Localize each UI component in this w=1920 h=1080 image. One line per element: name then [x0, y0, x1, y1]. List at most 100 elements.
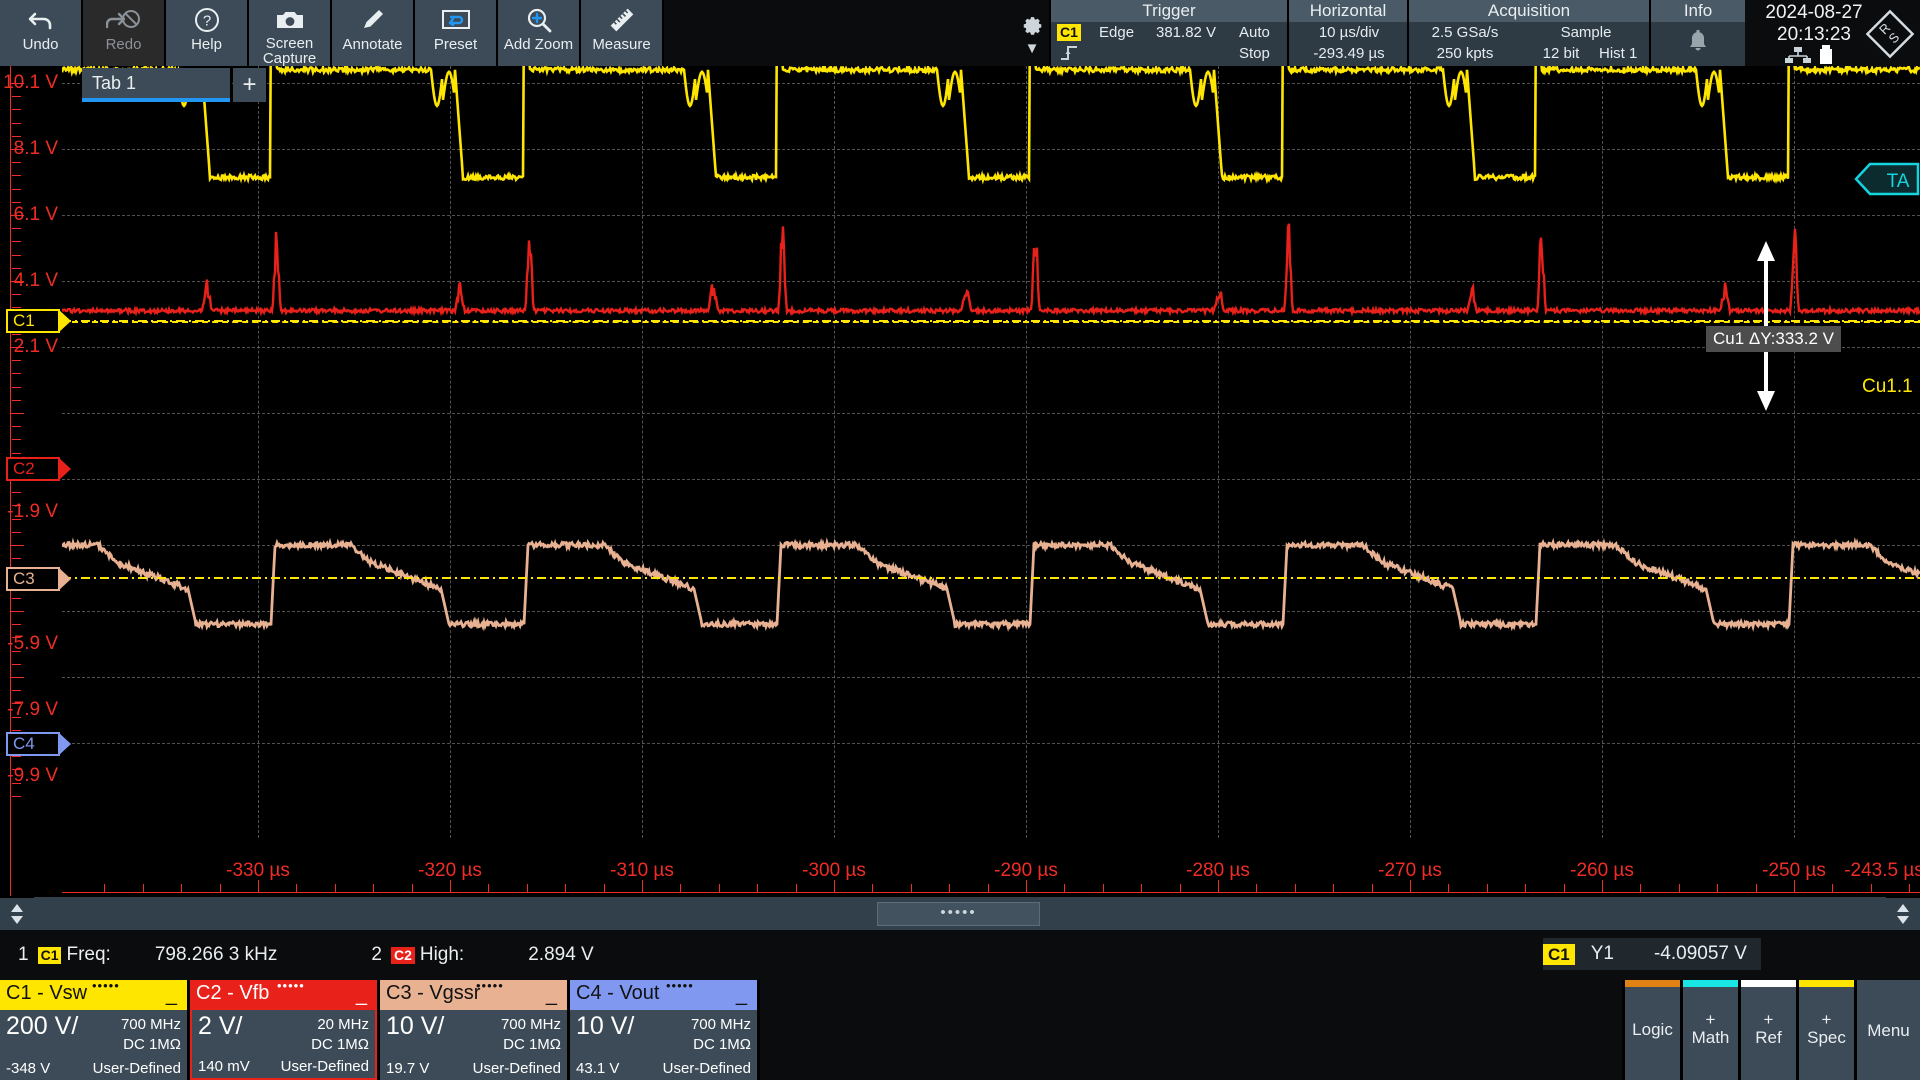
measurement-item-1[interactable]: 1 C1 Freq: 798.266 3 kHz: [18, 944, 277, 966]
svg-text:TA: TA: [1887, 171, 1910, 192]
trigger-source-chip[interactable]: C1: [1057, 24, 1081, 41]
cursor-readout-box[interactable]: C1 Y1 -4.09057 V: [1543, 938, 1761, 970]
measure-button[interactable]: Measure: [581, 0, 664, 66]
x-tick-minor: [1064, 884, 1066, 892]
x-tick-minor: [987, 884, 989, 892]
channel-card-c3[interactable]: C3 - Vgssr ••••• _ 10 V/ 700 MHz DC 1MΩ …: [380, 978, 570, 1080]
math-button[interactable]: + Math: [1680, 980, 1741, 1080]
tab-bar[interactable]: Tab 1 +: [82, 68, 266, 102]
info-body: [1651, 22, 1745, 66]
channel-c2-coupling: DC 1MΩ: [311, 1036, 369, 1053]
annotate-button[interactable]: Annotate: [332, 0, 415, 66]
y-tick-minor: [12, 531, 21, 533]
history-scroll-strip[interactable]: •••••: [0, 896, 1920, 931]
menu-button[interactable]: Menu: [1854, 980, 1920, 1080]
y-tick-minor: [12, 624, 21, 626]
x-tick-minor: [1371, 884, 1373, 892]
redo-button[interactable]: Redo: [83, 0, 166, 66]
x-tick-minor: [757, 884, 759, 892]
channel-card-c4[interactable]: C4 - Vout ••••• _ 10 V/ 700 MHz DC 1MΩ 4…: [570, 978, 760, 1080]
channel-c2-scale: 2 V/: [198, 1012, 243, 1040]
bell-icon[interactable]: [1686, 29, 1710, 59]
y-tick-minor: [12, 756, 21, 758]
channel-card-c1[interactable]: C1 - Vsw ••••• _ 200 V/ 700 MHz DC 1MΩ -…: [0, 978, 190, 1080]
channel-card-c1-head[interactable]: C1 - Vsw ••••• _: [0, 978, 187, 1010]
logic-color-cap: [1625, 980, 1683, 987]
add-zoom-button[interactable]: Add Zoom: [498, 0, 581, 66]
channel-card-c4-head[interactable]: C4 - Vout ••••• _: [570, 978, 757, 1010]
scroll-stepper-right[interactable]: [1886, 897, 1920, 931]
horizontal-position: -293.49 µs: [1313, 45, 1385, 62]
y-label-8: -7.9 V: [7, 699, 58, 720]
y-tick-minor: [12, 228, 21, 230]
y-label-2: 6.1 V: [13, 204, 58, 225]
channel-card-c2[interactable]: C2 - Vfb ••••• _ 2 V/ 20 MHz DC 1MΩ 140 …: [190, 978, 380, 1080]
waveform-area[interactable]: 10.1 V 8.1 V 6.1 V 4.1 V 2.1 V -1.9 V -3…: [0, 66, 1920, 896]
x-tick-minor: [795, 884, 797, 892]
preset-button[interactable]: Preset: [415, 0, 498, 66]
channel-marker-c3[interactable]: C3: [6, 567, 71, 591]
gear-icon[interactable]: [1020, 13, 1044, 42]
measurement-1-name: Freq:: [66, 944, 111, 965]
acquisition-panel[interactable]: Acquisition 2.5 GSa/s Sample 250 kpts 12…: [1407, 0, 1649, 66]
channel-c2-minimize-button[interactable]: _: [356, 984, 367, 1007]
channel-card-c4-body[interactable]: 10 V/ 700 MHz DC 1MΩ 43.1 V User-Defined: [570, 1010, 757, 1080]
grid[interactable]: Cu1 ΔY:333.2 V Cu1.1 TA: [62, 66, 1920, 896]
scroll-stepper-left[interactable]: [0, 897, 34, 931]
horizontal-body: 10 µs/div -293.49 µs: [1289, 22, 1407, 66]
channel-card-c1-body[interactable]: 200 V/ 700 MHz DC 1MΩ -348 V User-Define…: [0, 1010, 187, 1080]
info-panel[interactable]: Info: [1649, 0, 1745, 66]
toolbar-spacer: [664, 0, 1015, 66]
channel-marker-c4[interactable]: C4: [6, 732, 71, 756]
add-tab-button[interactable]: +: [233, 68, 266, 102]
channel-card-c1-title: C1 - Vsw: [6, 982, 88, 1004]
measurement-2-source: C2: [390, 946, 415, 964]
x-label-2: -310 µs: [610, 860, 674, 881]
y-tick-minor: [12, 201, 21, 203]
chevron-down-icon[interactable]: ▼: [1025, 41, 1040, 56]
channel-c4-minimize-button[interactable]: _: [736, 984, 747, 1007]
cursor-delta-badge[interactable]: Cu1 ΔY:333.2 V: [1706, 326, 1841, 352]
undo-button[interactable]: Undo: [0, 0, 83, 66]
channel-marker-c2[interactable]: C2: [6, 457, 71, 481]
waveform-traces: [62, 66, 1920, 633]
scroll-handle[interactable]: •••••: [877, 902, 1040, 926]
x-tick-minor: [1640, 884, 1642, 892]
channel-card-c2-body[interactable]: 2 V/ 20 MHz DC 1MΩ 140 mV User-Defined: [190, 1010, 377, 1080]
channel-c4-probe: User-Defined: [662, 1060, 751, 1077]
x-tick-minor: [872, 884, 874, 892]
measure-label: Measure: [592, 36, 651, 53]
y-tick-minor: [12, 373, 21, 375]
measurement-item-2[interactable]: 2 C2 High: 2.894 V: [371, 944, 593, 966]
channel-marker-c1[interactable]: C1: [6, 309, 71, 333]
channel-card-c3-head[interactable]: C3 - Vgssr ••••• _: [380, 978, 567, 1010]
channel-c1-coupling: DC 1MΩ: [123, 1036, 181, 1053]
y-label-5: -1.9 V: [7, 501, 58, 522]
trigger-panel[interactable]: Trigger C1 Edge 381.82 V Auto Stop: [1049, 0, 1287, 66]
logic-button[interactable]: Logic: [1622, 980, 1683, 1080]
settings-column[interactable]: ▼: [1015, 0, 1049, 66]
math-label: Math: [1691, 1028, 1730, 1047]
channel-c3-coupling: DC 1MΩ: [503, 1036, 561, 1053]
channel-card-c2-head[interactable]: C2 - Vfb ••••• _: [190, 978, 377, 1010]
screen-capture-button[interactable]: Screen Capture: [249, 0, 332, 66]
trigger-level: 381.82 V: [1156, 24, 1217, 41]
tab-1[interactable]: Tab 1: [82, 68, 230, 102]
horizontal-panel[interactable]: Horizontal 10 µs/div -293.49 µs: [1287, 0, 1407, 66]
y-tick-minor: [12, 175, 21, 177]
x-tick-minor: [1179, 884, 1181, 892]
spec-button[interactable]: + Spec: [1796, 980, 1857, 1080]
redo-disabled-icon: [105, 5, 142, 35]
channel-card-row: C1 - Vsw ••••• _ 200 V/ 700 MHz DC 1MΩ -…: [0, 978, 1920, 1080]
x-tick-minor: [142, 884, 144, 892]
channel-c1-minimize-button[interactable]: _: [166, 984, 177, 1007]
channel-c3-minimize-button[interactable]: _: [546, 984, 557, 1007]
help-button[interactable]: ? Help: [166, 0, 249, 66]
y-tick-minor: [12, 254, 21, 256]
x-tick-minor: [1678, 884, 1680, 892]
ref-button[interactable]: + Ref: [1738, 980, 1799, 1080]
scroll-track[interactable]: •••••: [34, 897, 1886, 931]
channel-card-c3-body[interactable]: 10 V/ 700 MHz DC 1MΩ 19.7 V User-Defined: [380, 1010, 567, 1080]
channel-c3-scale: 10 V/: [386, 1012, 445, 1040]
trigger-position-marker[interactable]: TA: [1854, 162, 1920, 196]
